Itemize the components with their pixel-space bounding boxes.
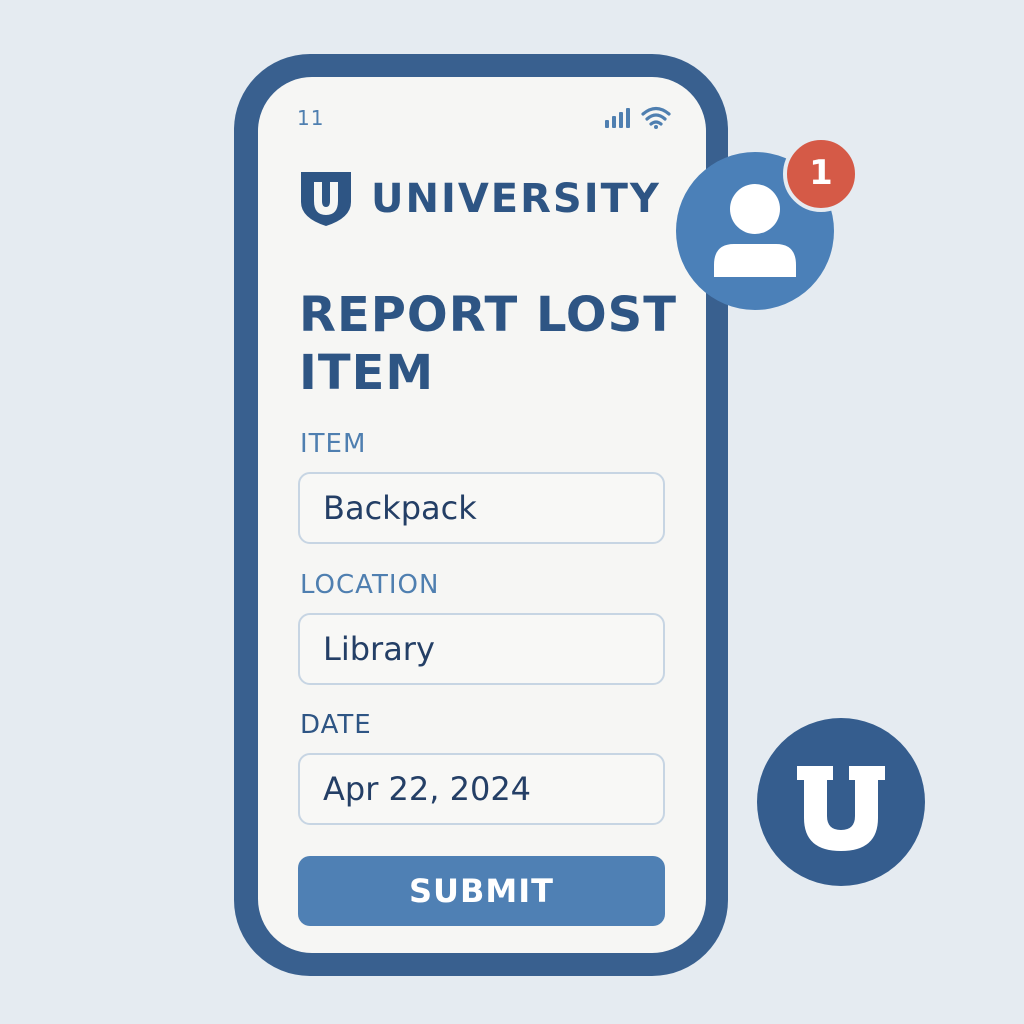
location-field-label: LOCATION: [300, 570, 440, 600]
university-logo-button[interactable]: [757, 718, 925, 886]
status-time: 11: [297, 106, 325, 130]
brand-header: UNIVERSITY: [299, 170, 661, 228]
item-field-label: ITEM: [300, 429, 367, 459]
location-input[interactable]: [298, 613, 665, 685]
university-u-logo-icon: [797, 766, 885, 851]
item-input[interactable]: [298, 472, 665, 544]
date-input[interactable]: [298, 753, 665, 825]
brand-name: UNIVERSITY: [371, 176, 661, 222]
wifi-icon: [641, 106, 671, 126]
signal-bars-icon: [605, 108, 630, 128]
university-shield-icon: [301, 172, 351, 226]
notification-badge[interactable]: 1: [783, 136, 859, 212]
status-icons: [603, 104, 673, 130]
page-title: REPORT LOST ITEM: [299, 287, 677, 401]
date-field-label: DATE: [300, 710, 372, 740]
submit-button[interactable]: SUBMIT: [298, 856, 665, 926]
